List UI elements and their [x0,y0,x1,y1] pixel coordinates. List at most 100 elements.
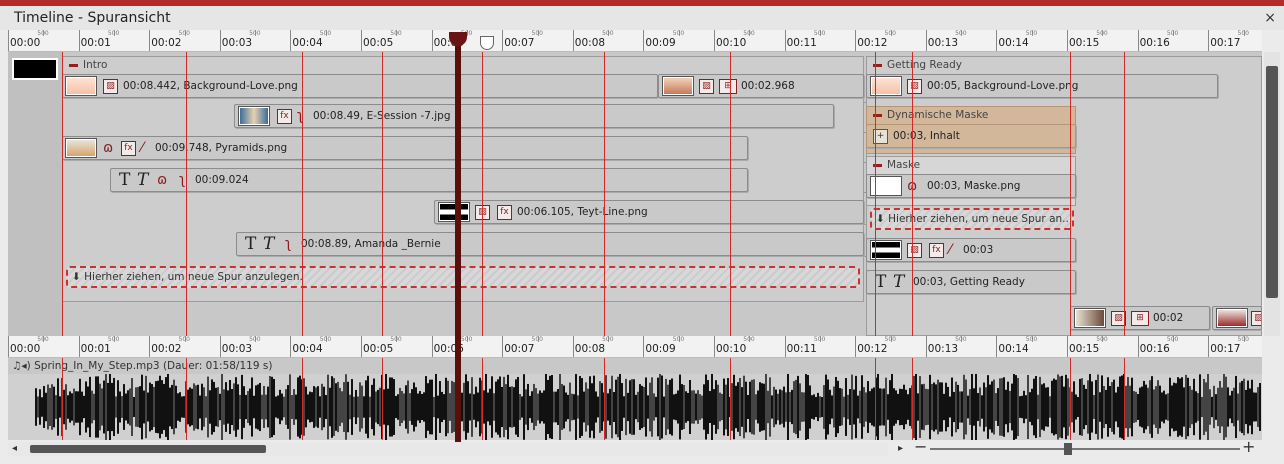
clip-maske-png[interactable]: ɷ 00:03, Maske.png [866,174,1076,198]
ruler-tick [1137,336,1139,357]
ruler-tick [431,30,433,51]
ruler-label: 00:16 [1139,343,1170,355]
ruler-label: 00:02 [151,343,182,355]
curve-icon: ʅ [285,236,292,252]
clip-black[interactable]: ▨ fx ⁄ 00:03 [866,238,1076,262]
marker-line [1070,52,1071,336]
clip-inhalt[interactable]: + 00:03, Inhalt [866,124,1076,148]
marker-line [730,52,731,336]
horizontal-scrollbar[interactable]: ◂ ▸ [8,442,903,456]
clip-label: 00:02 [1153,312,1184,324]
dropzone-label: Hierher ziehen, um neue Spur an... [888,213,1073,225]
ruler-sublabel: 500 [37,30,49,37]
clip-background-love-2[interactable]: ▨ 00:05, Background-Love.png [866,74,1218,98]
marker-line [482,52,483,336]
ruler-sublabel: 500 [1166,336,1179,343]
ruler-label: 00:13 [927,343,959,355]
clip-background-love[interactable]: ▨ 00:08.442, Background-Love.png [62,74,658,98]
ruler-tick [925,336,927,357]
playhead[interactable] [455,32,461,442]
audio-track[interactable]: ♫◂) Spring_In_My_Step.mp3 (Dauer: 01:58/… [8,358,1262,440]
text-icon: T [245,234,257,254]
ruler-sublabel: 500 [319,30,332,37]
clip-heart[interactable]: ▨ ⊞ 00:02.968 [658,74,864,98]
fx-icon: fx [277,109,292,124]
marker-line [1124,52,1125,336]
clip-pyramids[interactable]: ɷ fx ⁄ 00:09.748, Pyramids.png [62,136,748,160]
time-ruler-top[interactable]: 00:00 500 00:01 500 00:02 500 00:03 500 00:04 500… [8,30,1262,52]
close-icon[interactable]: × [1264,10,1276,26]
clip-teyt-line[interactable]: ▨ fx 00:06.105, Teyt-Line.png [434,200,864,224]
ruler-label: 00:11 [786,343,817,355]
clip-thumbnail [1074,308,1106,328]
scroll-left-icon[interactable]: ◂ [12,443,17,454]
ruler-label: 00:02 [151,37,182,49]
ruler-sublabel: 500 [319,336,332,343]
clip-photo[interactable]: ▨ ⊞ 00:02 [1070,306,1210,330]
marker-line [382,52,383,336]
marker-line [186,52,187,336]
marker-line [482,358,483,440]
zoom-slider-knob[interactable] [1064,443,1072,455]
ruler-tick [290,30,292,51]
clip-label: 00:08.89, Amanda _Bernie [301,238,441,250]
zoom-in-icon[interactable]: + [1242,439,1255,455]
marker-line [1124,358,1125,440]
time-ruler-bottom[interactable]: 00:00 500 00:01 500 00:02 500 00:03 500 00:04 500… [8,336,1262,358]
ruler-sublabel: 500 [955,336,967,343]
ruler-sublabel: 500 [955,30,967,37]
ruler-label: 00:04 [292,37,323,49]
clip-e-session[interactable]: fx ʅ 00:08.49, E-Session -7.jpg [234,104,834,128]
text-icon: T [875,272,887,292]
clip-label: 00:03, Getting Ready [913,276,1025,288]
ruler-sublabel: 500 [813,336,826,343]
ruler-sublabel: 500 [1025,336,1038,343]
ruler-tick [149,30,151,51]
position-marker[interactable] [480,36,494,50]
ruler-label: 00:00 [10,37,41,49]
curve-icon: ʅ [179,172,186,188]
clip-label: 00:03, Maske.png [927,180,1021,192]
ruler-label: 00:03 [221,343,253,355]
scroll-right-icon[interactable]: ▸ [898,443,903,454]
clip-label: 00:02.968 [741,80,795,92]
audio-file-label: Spring_In_My_Step.mp3 (Dauer: 01:58/119 … [34,360,273,372]
collapse-icon[interactable] [69,64,78,67]
ruler-label: 00:01 [80,37,111,49]
ruler-label: 00:12 [857,343,888,355]
track-header-column [8,52,62,336]
ruler-label: 00:14 [998,343,1029,355]
ruler-tick [1067,30,1068,51]
text-icon: T [119,170,131,190]
group-maske-label: Maske [887,159,921,171]
ruler-label: 00:16 [1139,37,1170,49]
ruler-sublabel: 500 [602,336,614,343]
ruler-tick [784,336,786,357]
clip-amanda[interactable]: T T ʅ 00:08.89, Amanda _Bernie [236,232,864,256]
ruler-label: 00:12 [857,37,888,49]
ruler-label: 00:13 [927,37,959,49]
clip-getting-ready-text[interactable]: T T 00:03, Getting Ready [866,270,1076,294]
ruler-tick [855,30,857,51]
vertical-scrollbar[interactable] [1264,52,1280,336]
audio-track-label: ♫◂) Spring_In_My_Step.mp3 (Dauer: 01:58/… [12,360,272,372]
ruler-sublabel: 500 [390,336,402,343]
ruler-label: 00:15 [1069,343,1100,355]
audio-waveform[interactable] [8,373,1262,440]
zoom-slider-track[interactable] [930,448,1240,450]
clip-thumbnail [1216,308,1248,328]
clip-photo-2[interactable]: ▨ [1212,306,1262,330]
clip-text[interactable]: T T ɷ ʅ 00:09.024 [110,168,748,192]
zoom-out-icon[interactable]: − [914,439,927,455]
track-thumbnail[interactable] [12,58,58,80]
ruler-sublabel: 500 [37,336,49,343]
ruler-sublabel: 500 [602,30,614,37]
image-icon: ▨ [103,79,118,94]
new-track-dropzone-right[interactable]: ⬇ Hierher ziehen, um neue Spur an... [870,208,1074,230]
ruler-tick [996,336,998,357]
horizontal-scroll-thumb[interactable] [30,445,266,453]
marker-line [875,52,876,336]
ruler-tick [502,336,504,357]
vertical-scroll-thumb[interactable] [1266,66,1278,298]
ruler-tick [361,30,362,51]
